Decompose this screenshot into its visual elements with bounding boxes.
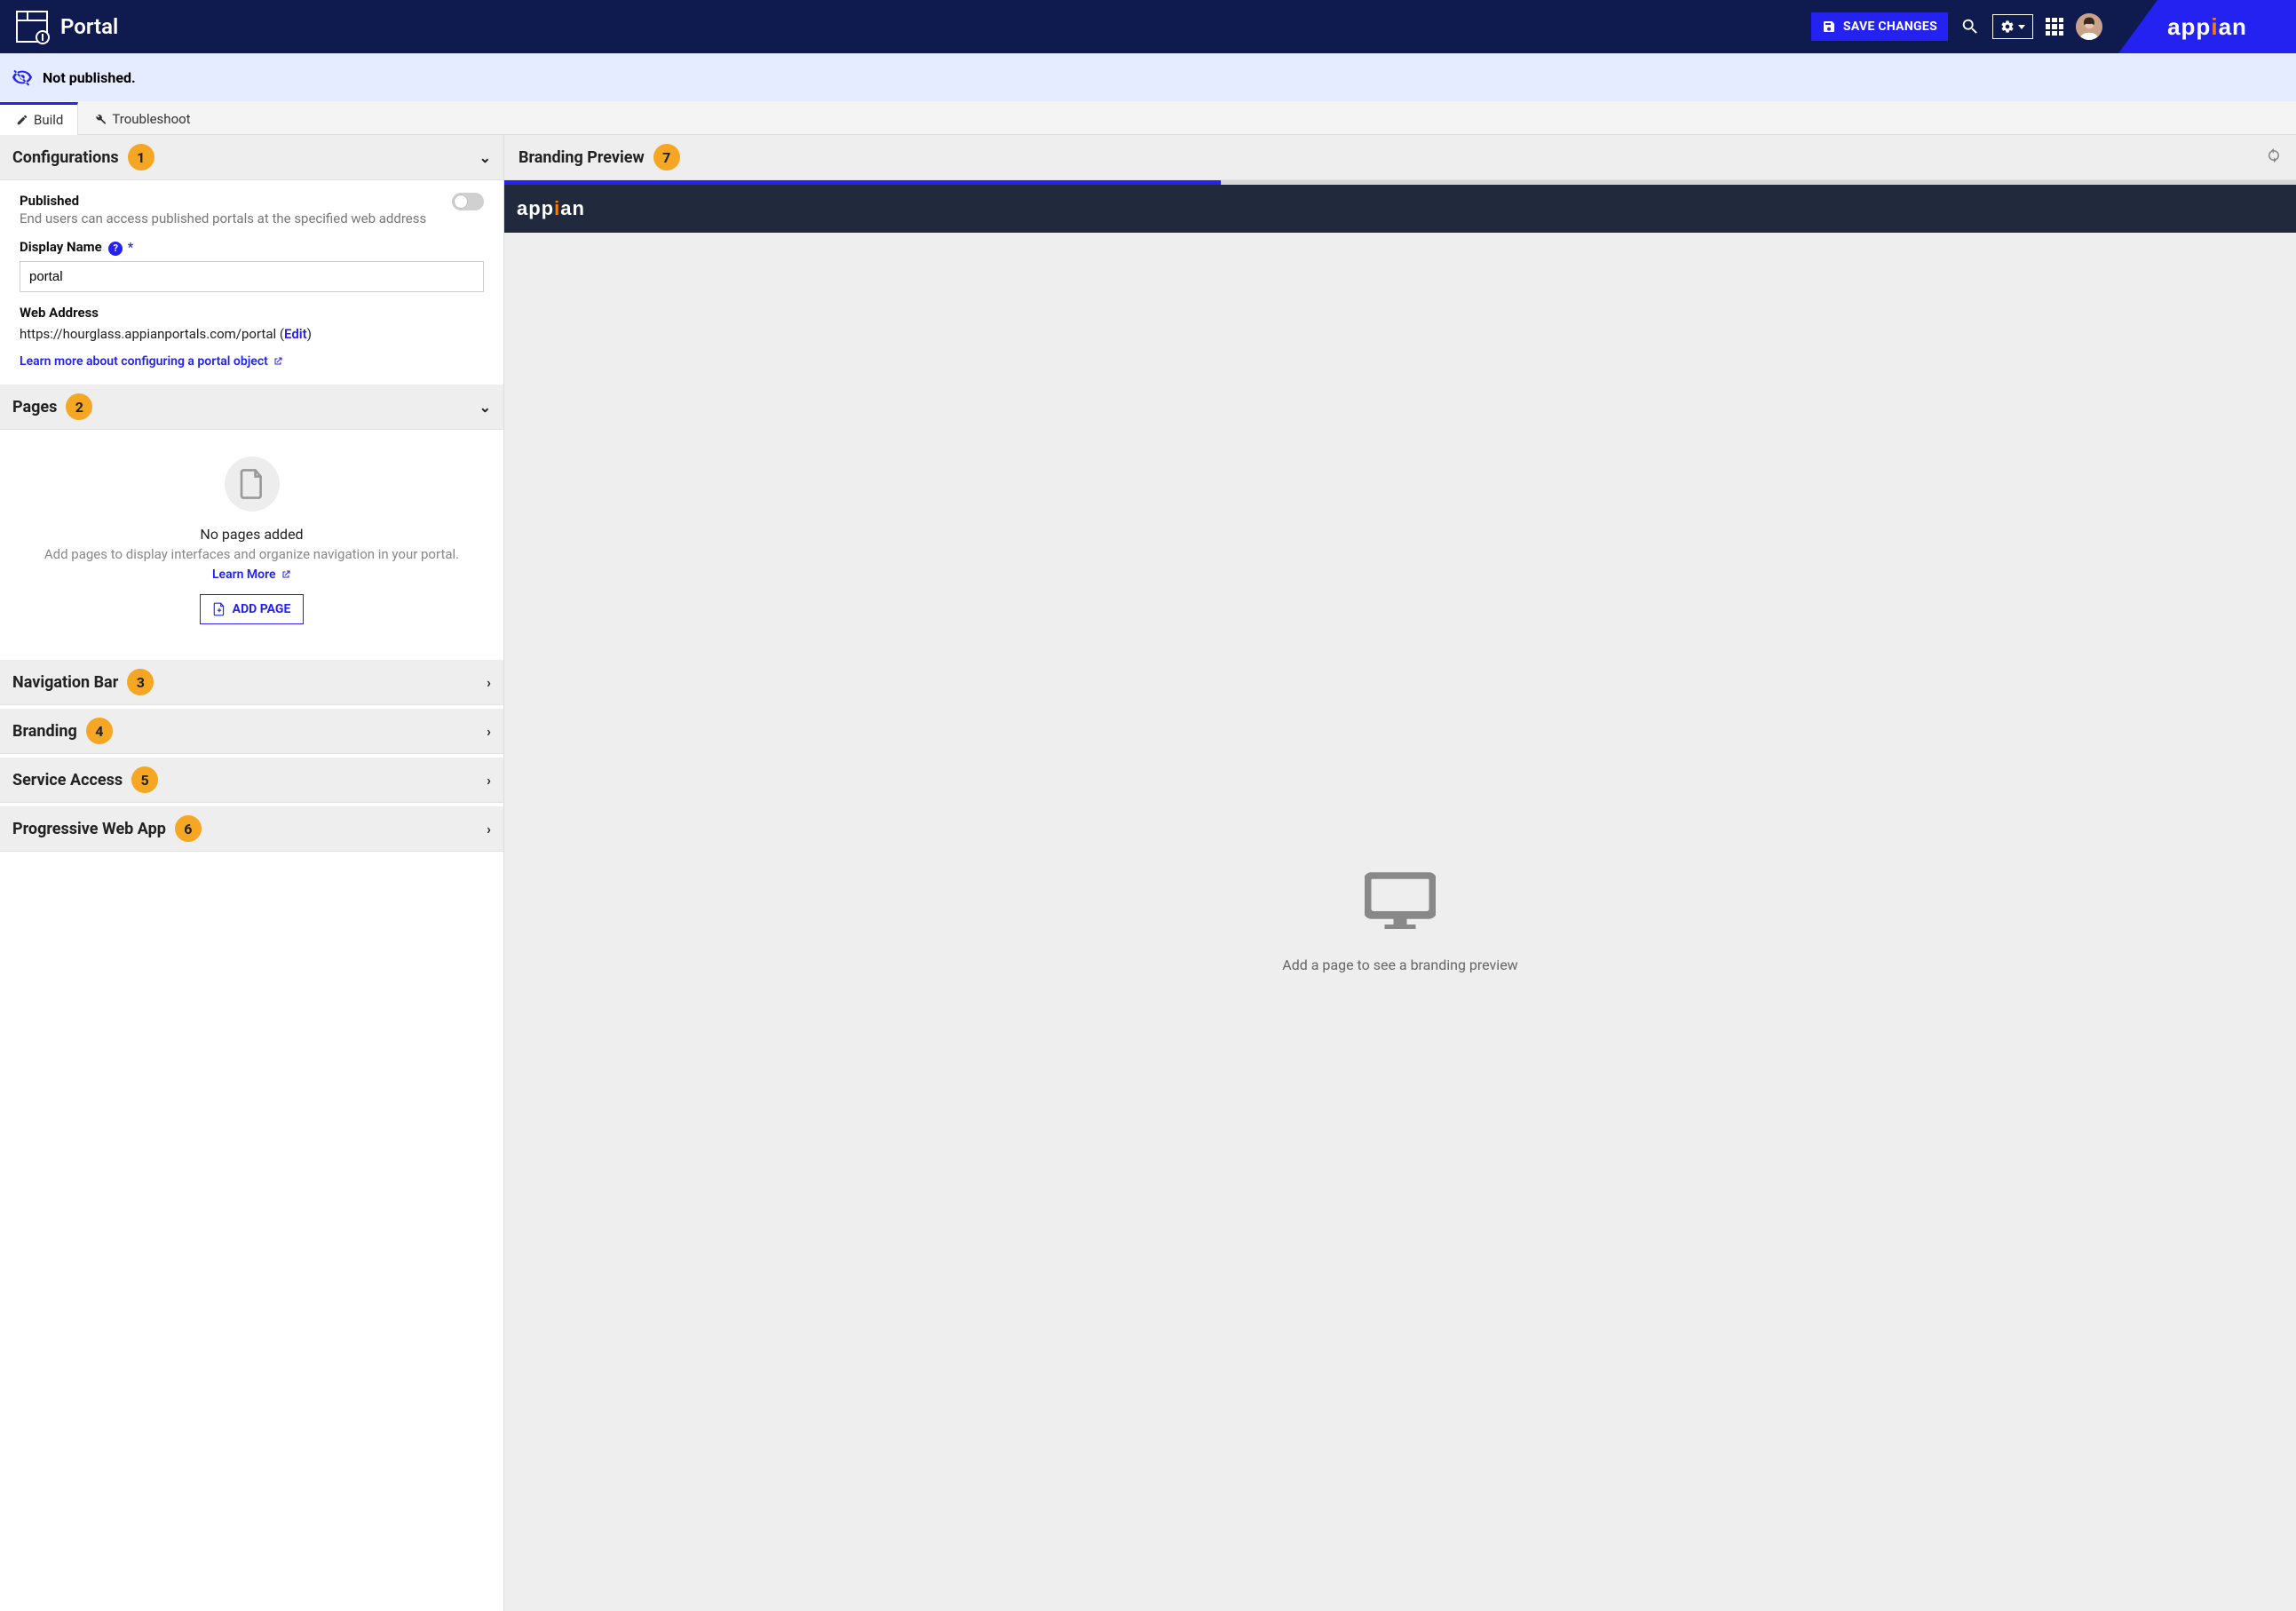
refresh-button[interactable]: [2266, 147, 2282, 168]
published-label: Published: [20, 193, 426, 209]
display-name-input[interactable]: [20, 261, 484, 292]
callout-5: 5: [131, 766, 158, 793]
callout-1: 1: [128, 144, 154, 171]
section-pwa-header[interactable]: Progressive Web App 6 ›: [0, 806, 503, 852]
main-content: Configurations 1 ⌄ Published End users c…: [0, 135, 2296, 1611]
tab-troubleshoot-label: Troubleshoot: [112, 111, 190, 127]
pages-learn-more-text: Learn More: [212, 567, 276, 582]
pencil-icon: [16, 114, 28, 126]
section-configurations-title: Configurations: [12, 148, 119, 167]
chevron-down-icon: ⌄: [479, 149, 491, 166]
pages-empty-desc: Add pages to display interfaces and orga…: [18, 546, 486, 562]
document-icon: [239, 468, 265, 500]
preview-header: Branding Preview 7: [504, 135, 2296, 180]
section-branding-header[interactable]: Branding 4 ›: [0, 709, 503, 754]
save-icon: [1822, 20, 1836, 34]
preview-title: Branding Preview: [519, 148, 645, 167]
required-star: *: [128, 241, 133, 255]
callout-4: 4: [86, 718, 113, 744]
add-page-button[interactable]: ADD PAGE: [200, 594, 305, 624]
right-panel: Branding Preview 7 appian Add a page to …: [504, 135, 2296, 1611]
brand-logo: appian: [2118, 0, 2296, 53]
callout-7: 7: [653, 144, 680, 171]
callout-6: 6: [175, 815, 202, 842]
section-pages-body: No pages added Add pages to display inte…: [0, 430, 503, 642]
web-address-value: https://hourglass.appianportals.com/port…: [20, 326, 284, 342]
tab-troubleshoot[interactable]: Troubleshoot: [78, 104, 204, 134]
refresh-icon: [2266, 147, 2282, 163]
avatar-image: [2076, 13, 2102, 40]
page-title: Portal: [60, 14, 118, 39]
portal-icon: [16, 11, 48, 43]
published-desc: End users can access published portals a…: [20, 210, 426, 226]
section-navigation-title: Navigation Bar: [12, 673, 118, 692]
web-address-edit-link[interactable]: Edit: [284, 326, 307, 342]
chevron-right-icon: ›: [487, 821, 491, 837]
section-pwa-title: Progressive Web App: [12, 820, 166, 838]
status-text: Not published.: [43, 69, 136, 86]
web-address-line: https://hourglass.appianportals.com/port…: [20, 326, 484, 342]
apps-icon[interactable]: [2046, 18, 2063, 36]
preview-brand-text: appian: [517, 197, 585, 220]
pages-learn-more-link[interactable]: Learn More: [212, 567, 291, 582]
web-address-label: Web Address: [20, 305, 484, 321]
display-name-label: Display Name: [20, 239, 102, 255]
preview-hint: Add a page to see a branding preview: [1282, 956, 1517, 973]
settings-dropdown[interactable]: [1992, 14, 2033, 39]
external-link-icon: [281, 569, 291, 580]
gear-icon: [2000, 20, 2015, 34]
help-icon[interactable]: ?: [108, 242, 123, 256]
section-branding-title: Branding: [12, 722, 77, 741]
learn-more-configure-link[interactable]: Learn more about configuring a portal ob…: [20, 354, 283, 369]
header-actions: SAVE CHANGES appian: [1811, 0, 2296, 53]
section-pages-title: Pages: [12, 398, 57, 417]
empty-doc-icon: [225, 456, 280, 512]
section-service-title: Service Access: [12, 771, 123, 790]
section-configurations-header[interactable]: Configurations 1 ⌄: [0, 135, 503, 180]
callout-2: 2: [66, 393, 92, 420]
learn-more-configure-text: Learn more about configuring a portal ob…: [20, 354, 268, 369]
tab-build-label: Build: [34, 112, 63, 128]
eye-off-icon: [12, 67, 32, 87]
callout-3: 3: [127, 669, 154, 695]
save-changes-button[interactable]: SAVE CHANGES: [1811, 12, 1948, 41]
add-page-icon: [213, 602, 226, 616]
left-panel: Configurations 1 ⌄ Published End users c…: [0, 135, 504, 1611]
chevron-down-icon: ⌄: [479, 399, 491, 416]
app-header: Portal SAVE CHANGES appian: [0, 0, 2296, 53]
user-avatar[interactable]: [2076, 13, 2102, 40]
section-configurations-body: Published End users can access published…: [0, 180, 503, 385]
preview-brand-bar: appian: [504, 185, 2296, 233]
preview-empty-state: Add a page to see a branding preview: [504, 233, 2296, 1611]
monitor-icon: [1365, 871, 1436, 937]
web-address-close: ): [307, 326, 312, 342]
published-toggle[interactable]: [452, 193, 484, 210]
section-service-header[interactable]: Service Access 5 ›: [0, 758, 503, 803]
tab-build[interactable]: Build: [0, 102, 78, 135]
chevron-down-icon: [2018, 25, 2025, 29]
section-pages-header[interactable]: Pages 2 ⌄: [0, 385, 503, 430]
chevron-right-icon: ›: [487, 723, 491, 740]
external-link-icon: [273, 356, 283, 367]
pages-empty-title: No pages added: [18, 526, 486, 543]
search-icon[interactable]: [1960, 17, 1980, 36]
save-label: SAVE CHANGES: [1843, 20, 1937, 34]
add-page-label: ADD PAGE: [233, 602, 291, 616]
section-navigation-header[interactable]: Navigation Bar 3 ›: [0, 660, 503, 705]
wrench-icon: [94, 113, 107, 125]
brand-text: appian: [2167, 13, 2247, 41]
tab-bar: Build Troubleshoot: [0, 101, 2296, 135]
status-banner: Not published.: [0, 53, 2296, 101]
chevron-right-icon: ›: [487, 772, 491, 789]
chevron-right-icon: ›: [487, 674, 491, 691]
